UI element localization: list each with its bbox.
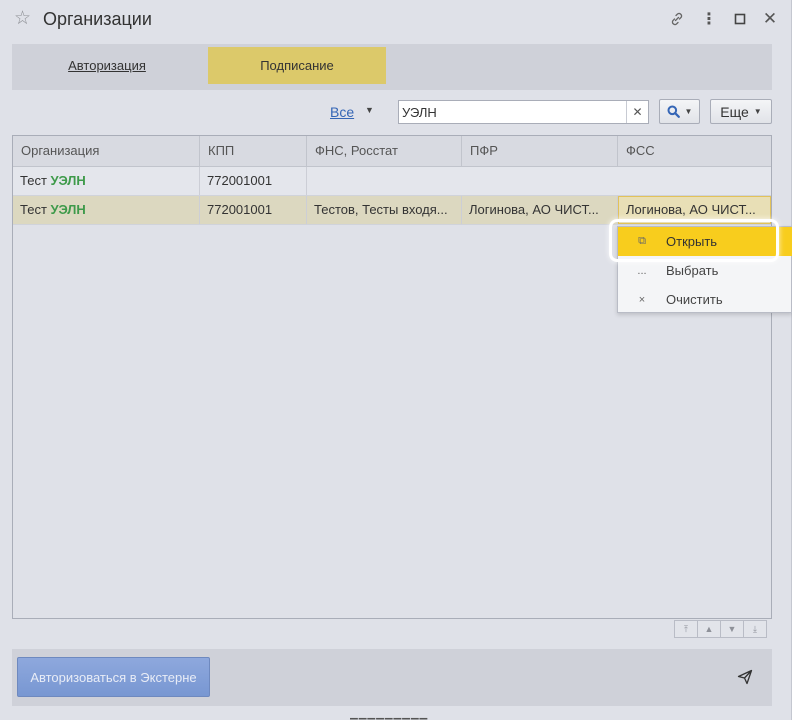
cell-organization[interactable]: Тест УЭЛН xyxy=(13,196,200,224)
footer-bar: Авторизоваться в Экстерне xyxy=(12,649,772,706)
search-icon xyxy=(667,105,680,118)
scroll-down-icon[interactable]: ▼ xyxy=(720,620,744,638)
organizations-table: Организация КПП ФНС, Росстат ПФР ФСС Тес… xyxy=(12,135,772,619)
org-highlight: УЭЛН xyxy=(50,173,86,188)
link-icon[interactable] xyxy=(667,9,687,29)
cell-fns[interactable]: Тестов, Тесты входя... xyxy=(307,196,462,224)
table-scroll-controls: ⤒ ▲ ▼ ⤓ xyxy=(674,620,767,638)
bottom-edge-text: ▁▁▁▁▁▁▁▁▁ xyxy=(350,712,429,720)
chevron-down-icon: ▼ xyxy=(753,107,762,116)
menu-item-label: Открыть xyxy=(666,234,718,249)
table-row[interactable]: Тест УЭЛН 772001001 Тестов, Тесты входя.… xyxy=(13,196,771,225)
scroll-up-icon[interactable]: ▲ xyxy=(697,620,721,638)
open-icon: ⧉ xyxy=(638,235,646,247)
clear-search-icon[interactable]: ✕ xyxy=(626,101,648,123)
star-icon[interactable]: ☆ xyxy=(14,9,31,29)
window-title: Организации xyxy=(43,9,152,29)
cell-fns[interactable] xyxy=(307,167,771,195)
chevron-down-icon: ▼ xyxy=(684,107,693,116)
menu-item-open[interactable]: ⧉ Открыть xyxy=(618,227,792,256)
menu-item-select[interactable]: ... Выбрать xyxy=(618,256,792,285)
more-button-label: Еще xyxy=(720,103,749,120)
column-header-pfr[interactable]: ПФР xyxy=(462,136,618,167)
cell-kpp[interactable]: 772001001 xyxy=(200,167,307,195)
org-prefix: Тест xyxy=(20,202,47,217)
tab-signing[interactable]: Подписание xyxy=(208,47,386,84)
more-button[interactable]: Еще ▼ xyxy=(710,99,772,124)
maximize-icon[interactable] xyxy=(730,9,750,29)
scroll-top-icon[interactable]: ⤒ xyxy=(674,620,698,638)
table-row[interactable]: Тест УЭЛН 772001001 xyxy=(13,167,771,196)
tab-authorization[interactable]: Авторизация xyxy=(12,47,202,84)
ellipsis-icon: ... xyxy=(637,264,647,277)
org-highlight: УЭЛН xyxy=(50,202,86,217)
toolbar: Все ▼ ✕ ▼ Еще ▼ xyxy=(0,98,792,126)
org-prefix: Тест xyxy=(20,173,47,188)
column-header-kpp[interactable]: КПП xyxy=(200,136,307,167)
context-menu: ⧉ Открыть ... Выбрать × Очистить xyxy=(617,226,792,313)
close-icon[interactable]: ✕ xyxy=(760,9,780,29)
column-header-organization[interactable]: Организация xyxy=(13,136,200,167)
chevron-down-icon[interactable]: ▼ xyxy=(365,105,374,115)
filter-all-link[interactable]: Все xyxy=(330,104,354,120)
tab-bar: Авторизация Подписание xyxy=(12,44,772,90)
cell-organization[interactable]: Тест УЭЛН xyxy=(13,167,200,195)
search-input[interactable] xyxy=(402,104,622,120)
column-header-fns[interactable]: ФНС, Росстат xyxy=(307,136,462,167)
search-button[interactable]: ▼ xyxy=(659,99,700,124)
search-field: ✕ xyxy=(398,100,649,124)
authorize-extern-button[interactable]: Авторизоваться в Экстерне xyxy=(17,657,210,697)
cell-fss[interactable]: Логинова, АО ЧИСТ... xyxy=(618,196,771,224)
cell-pfr[interactable]: Логинова, АО ЧИСТ... xyxy=(462,196,618,224)
menu-item-label: Очистить xyxy=(666,292,723,307)
cell-kpp[interactable]: 772001001 xyxy=(200,196,307,224)
menu-item-label: Выбрать xyxy=(666,263,719,278)
send-icon[interactable] xyxy=(737,669,753,685)
column-header-fss[interactable]: ФСС xyxy=(618,136,771,167)
clear-icon: × xyxy=(638,293,646,306)
scroll-bottom-icon[interactable]: ⤓ xyxy=(743,620,767,638)
title-bar: ☆ Организации ⋮ ✕ xyxy=(0,0,792,38)
menu-item-clear[interactable]: × Очистить xyxy=(618,285,792,314)
table-header: Организация КПП ФНС, Росстат ПФР ФСС xyxy=(13,136,771,167)
organizations-window: ☆ Организации ⋮ ✕ Авторизация Подписание… xyxy=(0,0,792,720)
more-vertical-icon[interactable]: ⋮ xyxy=(699,9,719,29)
